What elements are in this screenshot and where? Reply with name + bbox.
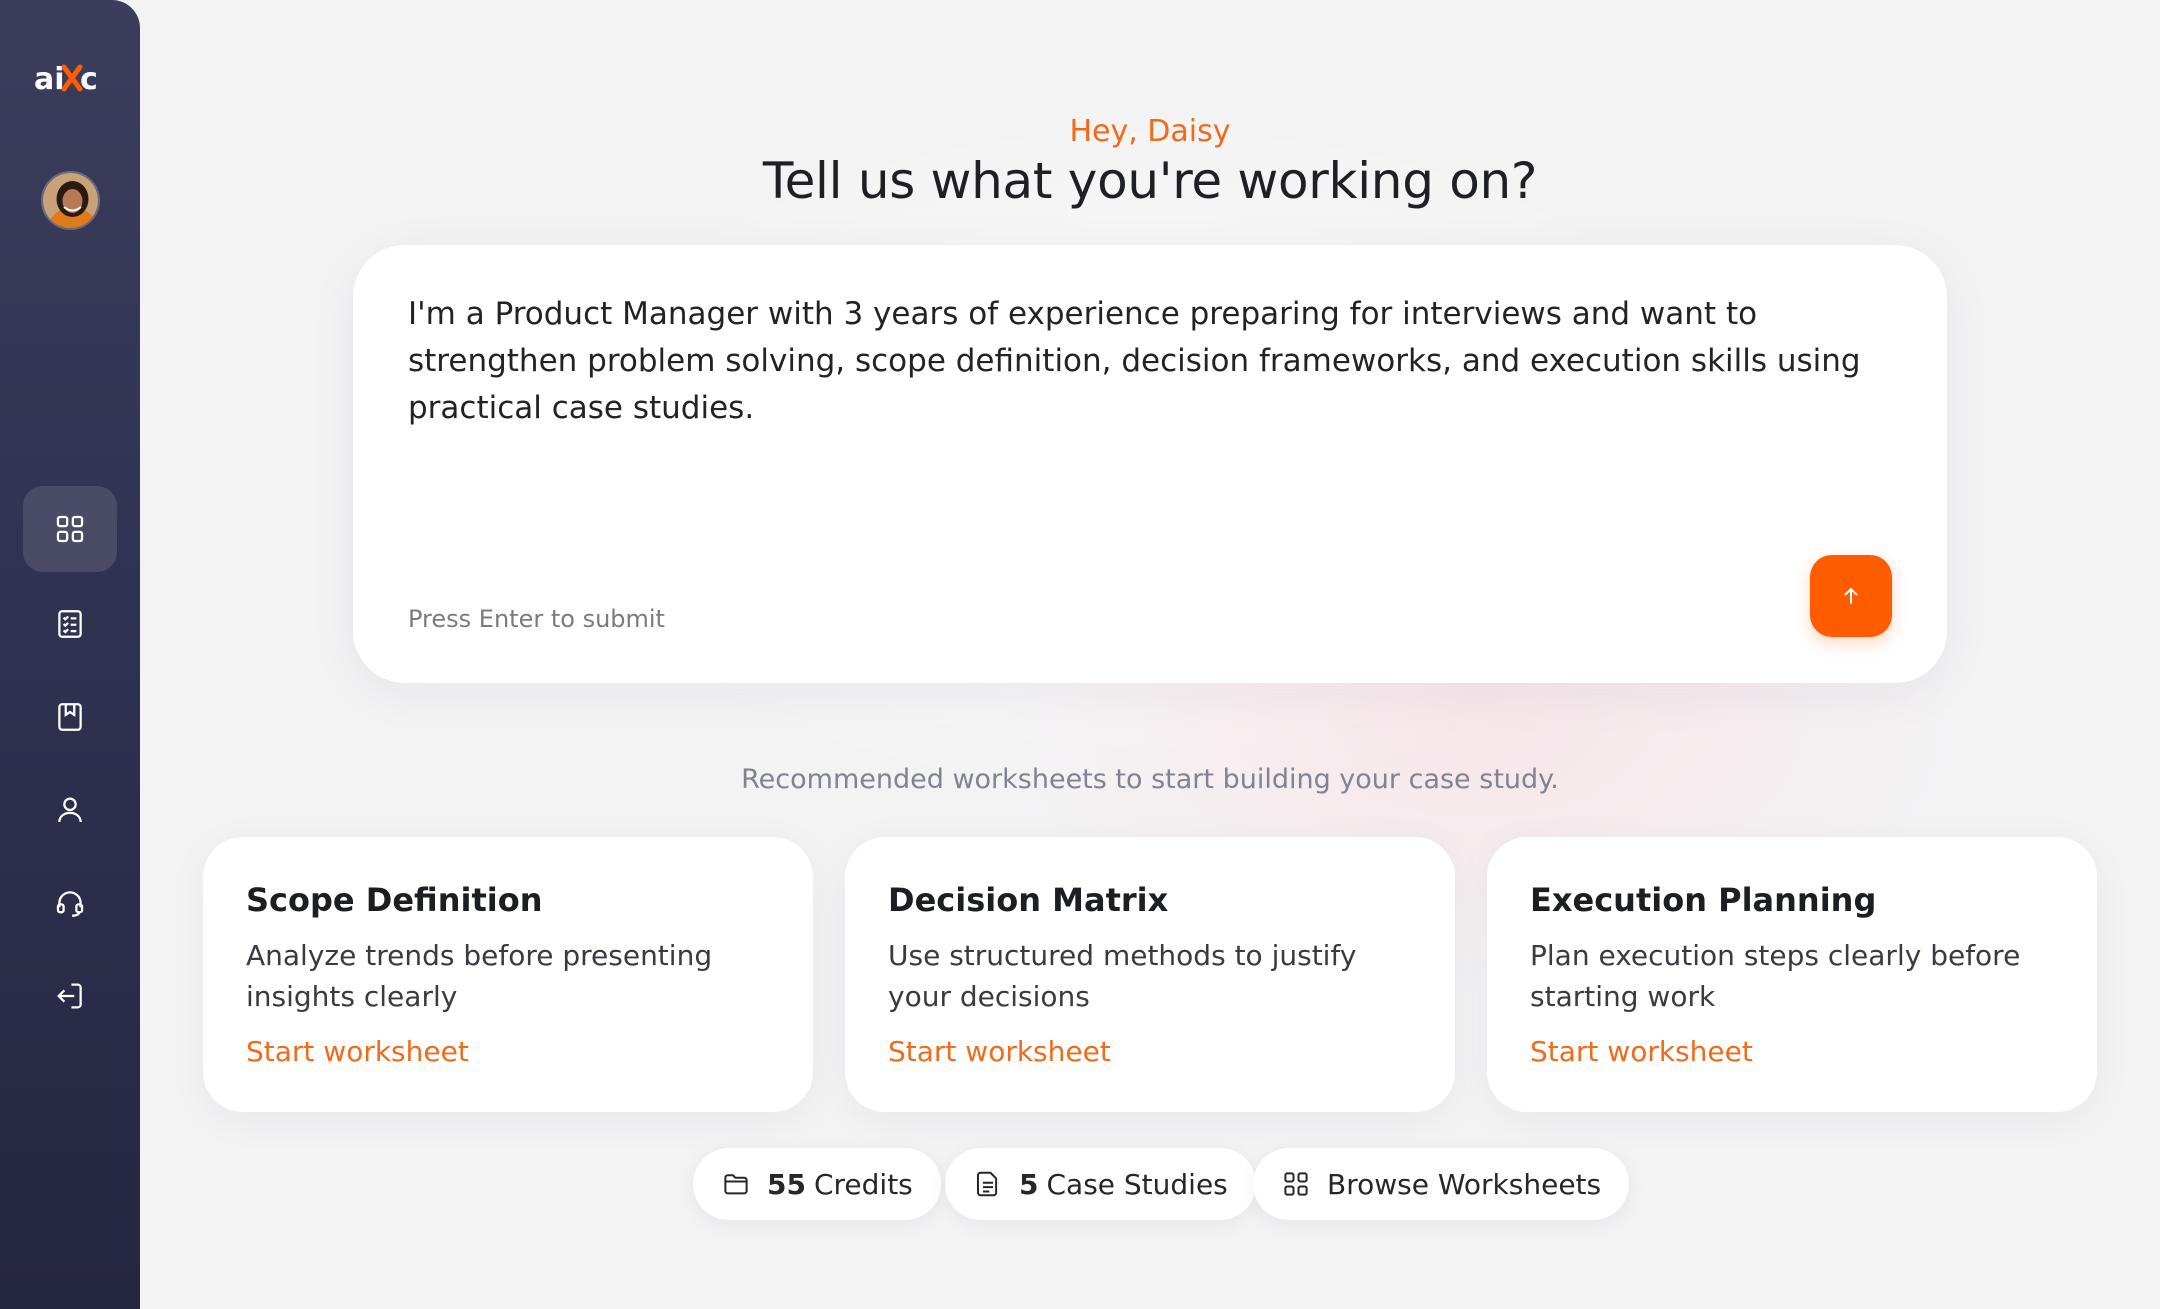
- sidebar-item-checklist[interactable]: [23, 581, 117, 667]
- submit-button[interactable]: [1810, 555, 1892, 637]
- sidebar-item-dashboard[interactable]: [23, 486, 117, 572]
- credits-count: 55: [767, 1167, 806, 1201]
- app-root: ai c Hey, Daisy Tell us what you're work…: [0, 0, 2160, 1309]
- prompt-hint: Press Enter to submit: [408, 605, 665, 633]
- case-studies-count: 5: [1019, 1167, 1039, 1201]
- svg-text:c: c: [80, 62, 98, 95]
- logo-mark-icon: ai c: [34, 62, 98, 95]
- start-worksheet-link[interactable]: Start worksheet: [1530, 1035, 1753, 1068]
- checklist-icon: [58, 610, 82, 638]
- sidebar-item-bookmarks[interactable]: [23, 674, 117, 760]
- worksheet-title: Decision Matrix: [888, 881, 1169, 919]
- sidebar-item-logout[interactable]: [23, 953, 117, 1039]
- document-icon: [977, 1171, 998, 1197]
- user-icon: [58, 797, 82, 823]
- page-title: Tell us what you're working on?: [762, 152, 1538, 210]
- grid-icon: [56, 515, 84, 543]
- prompt-card: I'm a Product Manager with 3 years of ex…: [353, 245, 1947, 683]
- prompt-input[interactable]: I'm a Product Manager with 3 years of ex…: [408, 291, 1888, 432]
- credits-label: Credits: [813, 1167, 913, 1201]
- greeting-text: Hey, Daisy: [1069, 114, 1231, 149]
- case-studies-label: Case Studies: [1046, 1167, 1228, 1201]
- worksheet-description: Plan execution steps clearly before star…: [1530, 939, 2021, 1013]
- start-worksheet-link[interactable]: Start worksheet: [246, 1035, 469, 1068]
- worksheet-title: Scope Definition: [246, 881, 543, 919]
- worksheet-title: Execution Planning: [1530, 881, 1877, 919]
- headset-icon: [56, 891, 84, 917]
- case-studies-pill[interactable]: 5 Case Studies: [945, 1148, 1256, 1220]
- start-worksheet-link[interactable]: Start worksheet: [888, 1035, 1111, 1068]
- worksheet-card[interactable]: Scope Definition Analyze trends before p…: [203, 837, 813, 1112]
- sidebar-item-support[interactable]: [23, 860, 117, 946]
- svg-text:ai: ai: [34, 62, 65, 95]
- worksheet-description: Use structured methods to justify your d…: [888, 939, 1357, 1013]
- logout-icon: [57, 983, 82, 1009]
- folder-icon: [724, 1174, 748, 1195]
- grid-icon: [1284, 1172, 1308, 1196]
- browse-worksheets-button[interactable]: Browse Worksheets: [1253, 1148, 1630, 1220]
- worksheet-card[interactable]: Execution Planning Plan execution steps …: [1487, 837, 2097, 1112]
- arrow-up-icon: [1844, 587, 1858, 604]
- bookmark-book-icon: [58, 703, 82, 731]
- worksheet-card[interactable]: Decision Matrix Use structured methods t…: [845, 837, 1455, 1112]
- brand-logo[interactable]: ai c: [34, 56, 108, 100]
- browse-worksheets-label: Browse Worksheets: [1327, 1167, 1602, 1201]
- credits-pill[interactable]: 55 Credits: [693, 1148, 941, 1220]
- recommend-text: Recommended worksheets to start building…: [741, 764, 1559, 795]
- worksheet-description: Analyze trends before presenting insight…: [246, 939, 713, 1013]
